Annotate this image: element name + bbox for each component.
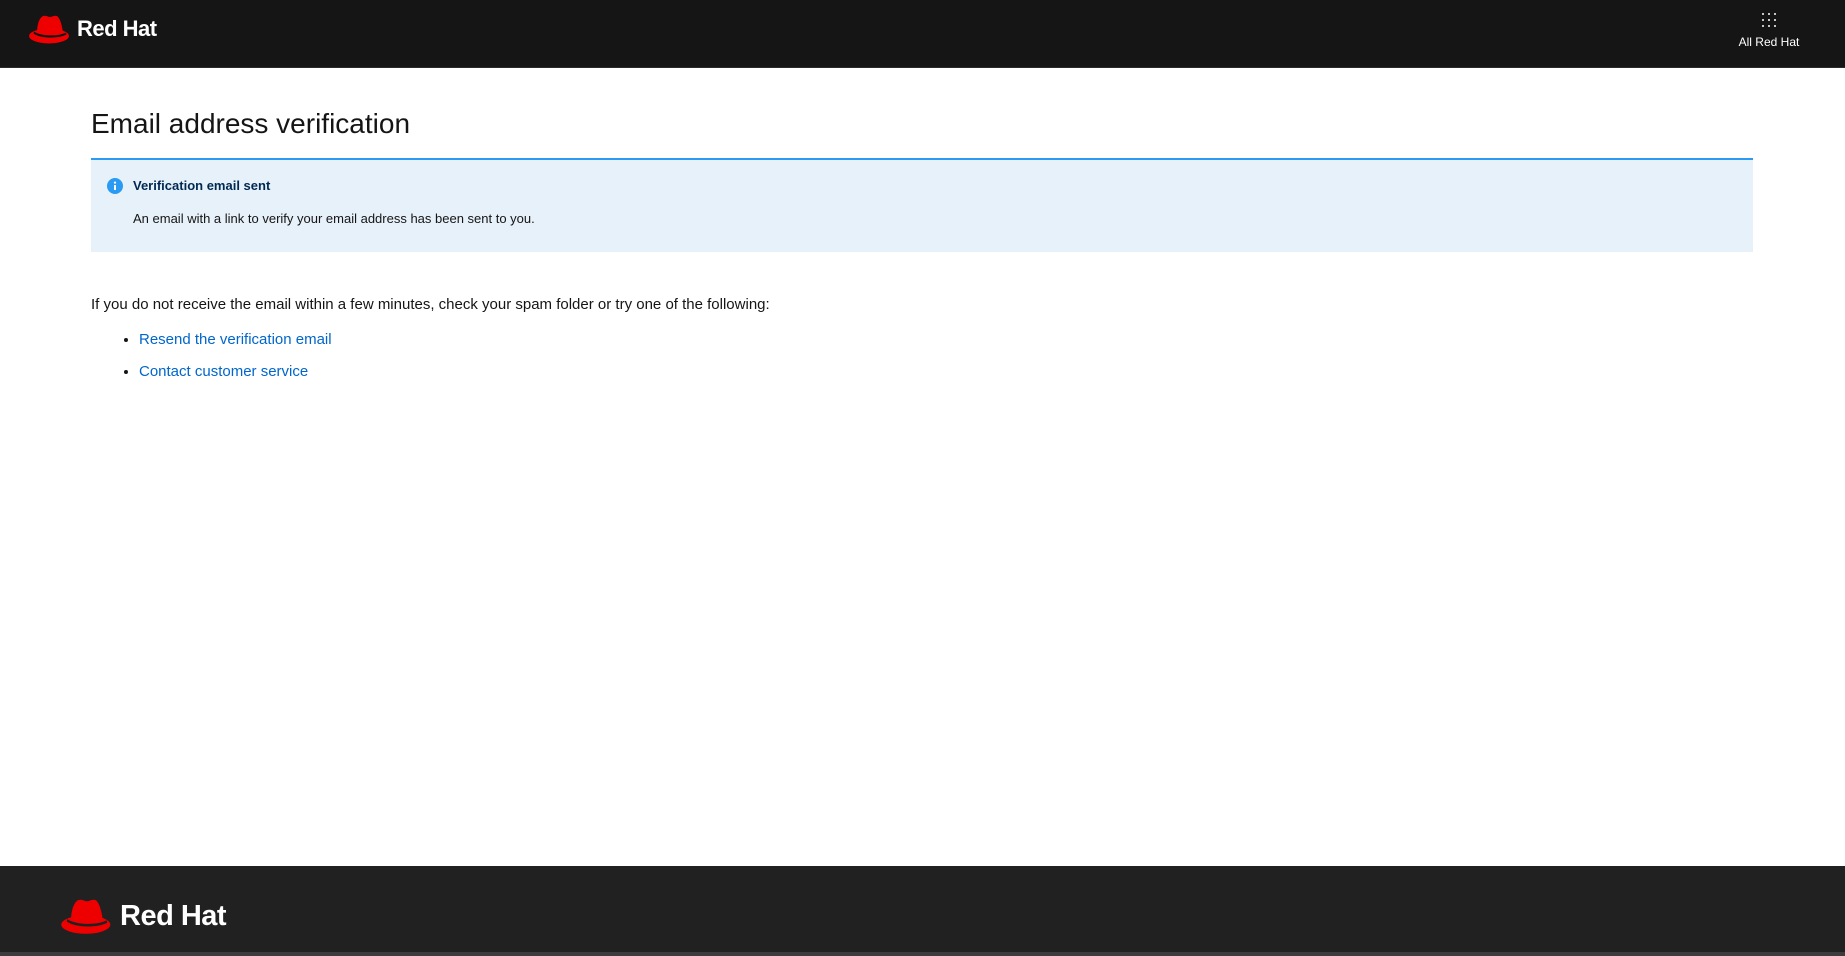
site-header: Red Hat All Red Hat xyxy=(0,0,1845,68)
all-red-hat-label: All Red Hat xyxy=(1738,35,1800,49)
grid-icon xyxy=(1761,12,1777,28)
footer-redhat-logo-link[interactable]: Red Hat xyxy=(60,896,227,936)
site-footer: Red Hat xyxy=(0,866,1845,956)
info-circle-icon xyxy=(107,178,123,194)
main-content: Email address verification Verification … xyxy=(91,68,1753,394)
options-list: Resend the verification email Contact cu… xyxy=(91,330,1753,382)
resend-verification-link[interactable]: Resend the verification email xyxy=(139,331,332,348)
redhat-logo-link[interactable]: Red Hat xyxy=(28,13,157,45)
contact-customer-service-link[interactable]: Contact customer service xyxy=(139,363,308,380)
redhat-hat-icon xyxy=(61,899,111,934)
instructions-text: If you do not receive the email within a… xyxy=(91,296,770,313)
footer-brand-name: Red Hat xyxy=(120,899,227,932)
redhat-hat-icon xyxy=(29,15,69,44)
list-item: Resend the verification email xyxy=(139,330,1753,350)
info-alert: Verification email sent An email with a … xyxy=(91,158,1753,252)
list-item: Contact customer service xyxy=(139,362,1753,382)
page-title: Email address verification xyxy=(91,108,411,139)
all-red-hat-menu-button[interactable]: All Red Hat xyxy=(1729,12,1809,49)
alert-description: An email with a link to verify your emai… xyxy=(133,211,535,226)
brand-name: Red Hat xyxy=(77,16,157,41)
alert-title: Verification email sent xyxy=(133,178,271,193)
